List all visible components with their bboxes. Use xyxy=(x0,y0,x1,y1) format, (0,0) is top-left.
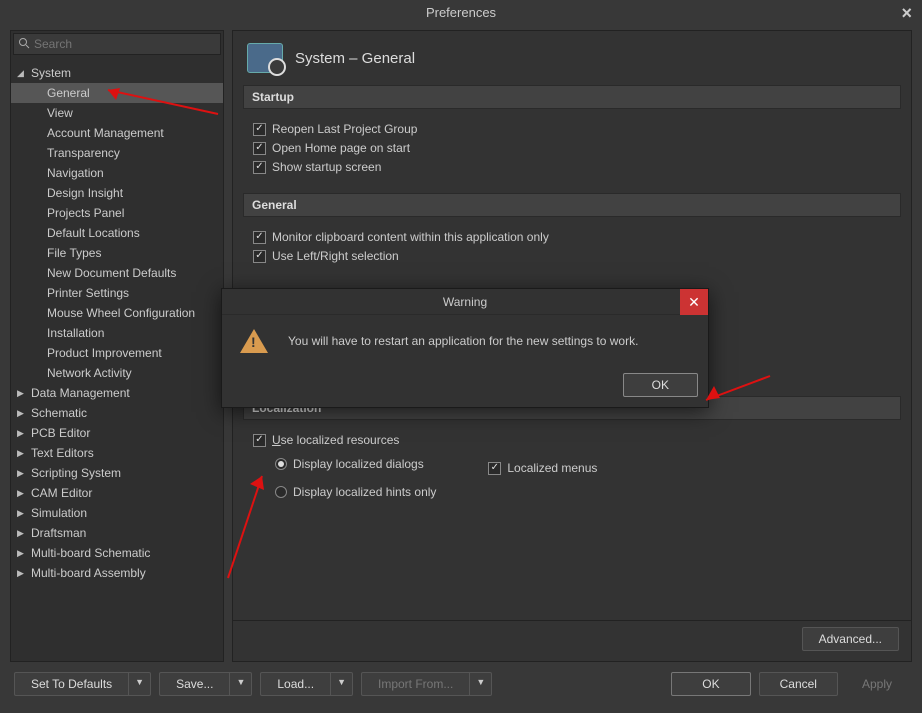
caret-right-icon: ▶ xyxy=(17,388,29,399)
warning-icon xyxy=(240,329,268,353)
tree-node-product-improvement[interactable]: Product Improvement xyxy=(11,343,223,363)
label: Display localized dialogs xyxy=(293,457,424,471)
search-icon xyxy=(18,37,30,52)
caret-right-icon: ▶ xyxy=(17,468,29,479)
tree-node-printer-settings[interactable]: Printer Settings xyxy=(11,283,223,303)
checkbox-reopen-last[interactable] xyxy=(253,123,266,136)
checkbox-open-home[interactable] xyxy=(253,142,266,155)
tree-label: System xyxy=(29,66,71,80)
warning-dialog: Warning ✕ You will have to restart an ap… xyxy=(221,288,709,408)
section-startup-header: Startup xyxy=(243,85,901,109)
radio-display-hints[interactable] xyxy=(275,486,287,498)
tree-node-file-types[interactable]: File Types xyxy=(11,243,223,263)
close-icon[interactable]: × xyxy=(901,0,912,26)
tree-node-account-management[interactable]: Account Management xyxy=(11,123,223,143)
tree-node-draftsman[interactable]: ▶Draftsman xyxy=(11,523,223,543)
tree-node-transparency[interactable]: Transparency xyxy=(11,143,223,163)
tree-node-cam-editor[interactable]: ▶CAM Editor xyxy=(11,483,223,503)
apply-button[interactable]: Apply xyxy=(846,673,908,695)
tree-node-installation[interactable]: Installation xyxy=(11,323,223,343)
save-button[interactable]: Save...▼ xyxy=(159,672,252,696)
tree-node-navigation[interactable]: Navigation xyxy=(11,163,223,183)
caret-right-icon: ▶ xyxy=(17,508,29,519)
tree-node-data-management[interactable]: ▶Data Management xyxy=(11,383,223,403)
checkbox-show-startup[interactable] xyxy=(253,161,266,174)
section-general-header: General xyxy=(243,193,901,217)
label: Open Home page on start xyxy=(272,141,410,155)
caret-right-icon: ▶ xyxy=(17,408,29,419)
label: Use Left/Right selection xyxy=(272,249,399,263)
caret-right-icon: ▶ xyxy=(17,528,29,539)
label: Reopen Last Project Group xyxy=(272,122,417,136)
tree-node-pcb-editor[interactable]: ▶PCB Editor xyxy=(11,423,223,443)
ok-button[interactable]: OK xyxy=(671,672,750,696)
tree-node-scripting-system[interactable]: ▶Scripting System xyxy=(11,463,223,483)
tree-node-mouse-wheel[interactable]: Mouse Wheel Configuration xyxy=(11,303,223,323)
dialog-message: You will have to restart an application … xyxy=(288,334,638,348)
tree-node-simulation[interactable]: ▶Simulation xyxy=(11,503,223,523)
chevron-down-icon[interactable]: ▼ xyxy=(330,672,353,696)
chevron-down-icon[interactable]: ▼ xyxy=(128,672,151,696)
label: Monitor clipboard content within this ap… xyxy=(272,230,549,244)
nav-tree: ◢ System General View Account Management… xyxy=(11,57,223,661)
cancel-button[interactable]: Cancel xyxy=(759,672,838,696)
tree-node-default-locations[interactable]: Default Locations xyxy=(11,223,223,243)
tree-node-multiboard-schematic[interactable]: ▶Multi-board Schematic xyxy=(11,543,223,563)
caret-right-icon: ▶ xyxy=(17,488,29,499)
close-icon[interactable]: ✕ xyxy=(680,289,708,315)
search-field[interactable] xyxy=(34,37,216,51)
tree-node-general[interactable]: General xyxy=(11,83,223,103)
chevron-down-icon[interactable]: ▼ xyxy=(469,672,492,696)
caret-right-icon: ▶ xyxy=(17,448,29,459)
caret-right-icon: ▶ xyxy=(17,568,29,579)
checkbox-use-localized[interactable] xyxy=(253,434,266,447)
radio-display-dialogs[interactable] xyxy=(275,458,287,470)
load-button[interactable]: Load...▼ xyxy=(260,672,353,696)
nav-panel: ◢ System General View Account Management… xyxy=(10,30,224,662)
checkbox-monitor-clipboard[interactable] xyxy=(253,231,266,244)
tree-node-text-editors[interactable]: ▶Text Editors xyxy=(11,443,223,463)
label: Localized menus xyxy=(507,461,597,475)
advanced-button[interactable]: Advanced... xyxy=(802,627,899,651)
tree-node-network-activity[interactable]: Network Activity xyxy=(11,363,223,383)
search-input[interactable] xyxy=(13,33,221,55)
tree-node-design-insight[interactable]: Design Insight xyxy=(11,183,223,203)
tree-node-projects-panel[interactable]: Projects Panel xyxy=(11,203,223,223)
label: UUse localized resourcesse localized res… xyxy=(272,433,399,447)
tree-node-multiboard-assembly[interactable]: ▶Multi-board Assembly xyxy=(11,563,223,583)
label: Display localized hints only xyxy=(293,485,436,499)
caret-down-icon: ◢ xyxy=(17,68,29,79)
page-icon xyxy=(247,43,283,73)
import-from-button[interactable]: Import From...▼ xyxy=(361,672,492,696)
page-title: System – General xyxy=(295,50,415,67)
dialog-titlebar: Warning ✕ xyxy=(222,289,708,315)
chevron-down-icon[interactable]: ▼ xyxy=(229,672,252,696)
checkbox-localized-menus[interactable] xyxy=(488,462,501,475)
tree-node-view[interactable]: View xyxy=(11,103,223,123)
window-titlebar: Preferences × xyxy=(0,0,922,26)
page-header: System – General xyxy=(233,31,911,85)
window-title: Preferences xyxy=(426,5,496,20)
dialog-footer: Set To Defaults▼ Save...▼ Load...▼ Impor… xyxy=(0,666,922,702)
dialog-ok-button[interactable]: OK xyxy=(623,373,698,397)
dialog-title: Warning xyxy=(443,295,487,309)
caret-right-icon: ▶ xyxy=(17,428,29,439)
tree-node-system[interactable]: ◢ System xyxy=(11,63,223,83)
checkbox-leftright-select[interactable] xyxy=(253,250,266,263)
tree-node-new-document-defaults[interactable]: New Document Defaults xyxy=(11,263,223,283)
tree-node-schematic[interactable]: ▶Schematic xyxy=(11,403,223,423)
set-to-defaults-button[interactable]: Set To Defaults▼ xyxy=(14,672,151,696)
caret-right-icon: ▶ xyxy=(17,548,29,559)
label: Show startup screen xyxy=(272,160,381,174)
